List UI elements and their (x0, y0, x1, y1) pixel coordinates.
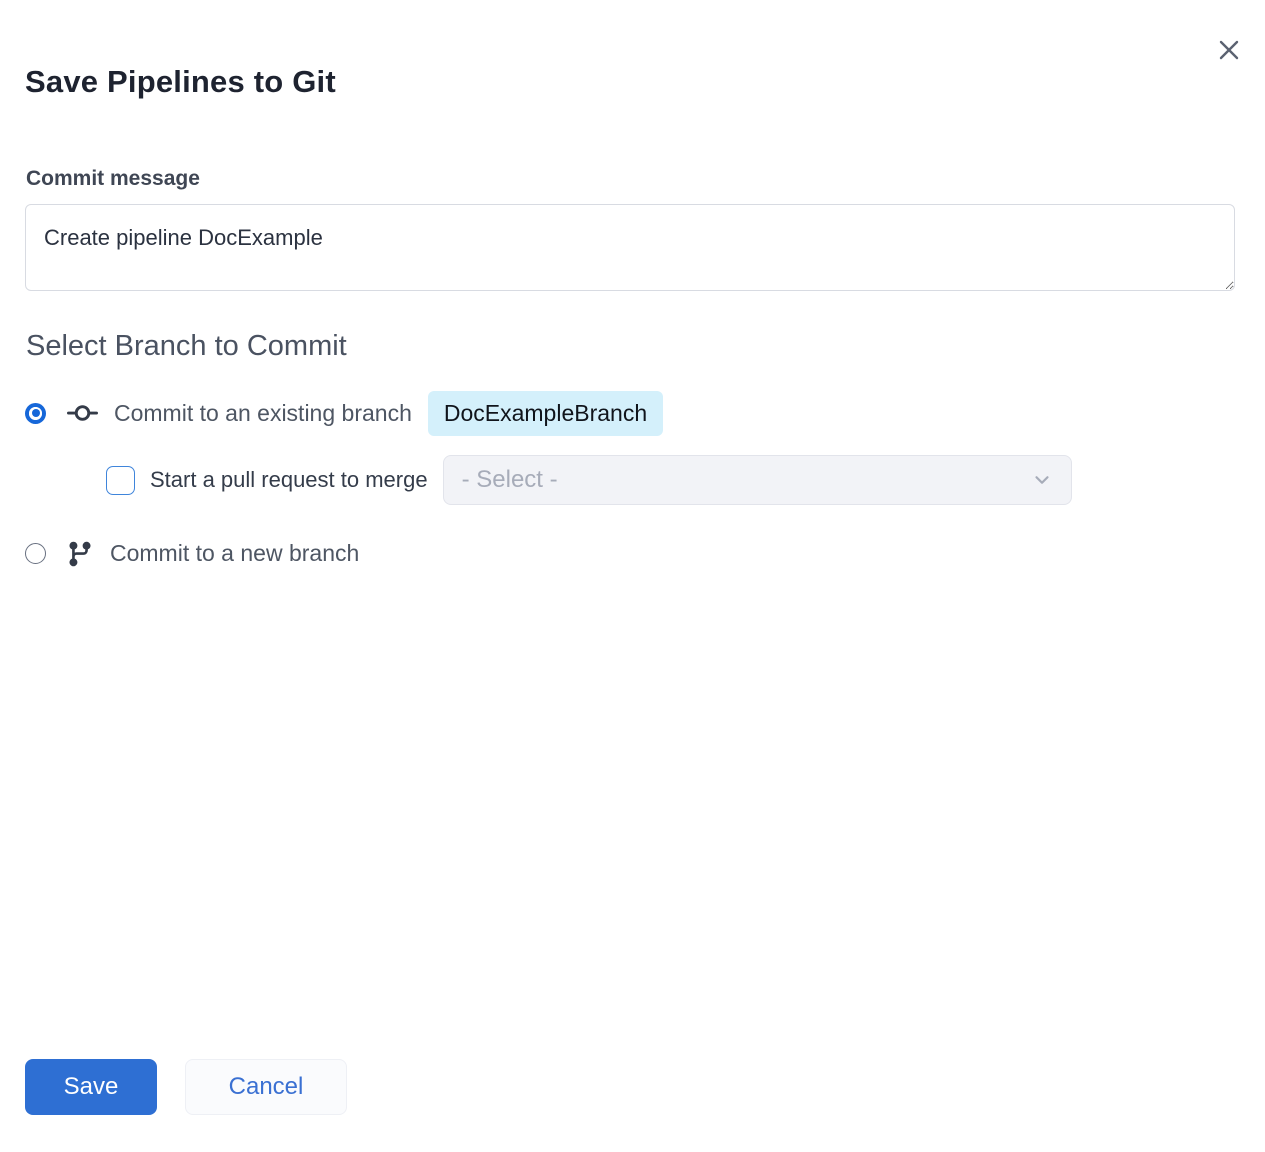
pull-request-checkbox[interactable] (106, 466, 135, 495)
dialog-footer: Save Cancel (25, 1059, 347, 1115)
branch-section-heading: Select Branch to Commit (26, 330, 347, 363)
new-branch-row: Commit to a new branch (25, 531, 359, 576)
commit-message-label: Commit message (26, 167, 200, 191)
pull-request-label[interactable]: Start a pull request to merge (150, 467, 428, 493)
git-commit-icon (67, 398, 98, 429)
save-button[interactable]: Save (25, 1059, 157, 1115)
chevron-down-icon (1031, 469, 1053, 491)
close-icon (1217, 38, 1241, 62)
dialog-title: Save Pipelines to Git (25, 64, 336, 100)
cancel-button[interactable]: Cancel (185, 1059, 347, 1115)
git-branch-icon (66, 540, 94, 568)
select-placeholder: - Select - (462, 466, 1031, 494)
save-pipelines-dialog: Save Pipelines to Git Commit message Cre… (0, 0, 1265, 1152)
existing-branch-label[interactable]: Commit to an existing branch (114, 400, 412, 427)
existing-branch-radio[interactable] (25, 403, 46, 424)
commit-message-input[interactable]: Create pipeline DocExample (25, 204, 1235, 291)
existing-branch-badge[interactable]: DocExampleBranch (428, 391, 663, 436)
new-branch-label[interactable]: Commit to a new branch (110, 540, 359, 567)
existing-branch-row: Commit to an existing branch DocExampleB… (25, 390, 663, 436)
new-branch-radio[interactable] (25, 543, 46, 564)
pull-request-target-select[interactable]: - Select - (443, 455, 1072, 505)
close-button[interactable] (1211, 32, 1247, 68)
pull-request-row: Start a pull request to merge - Select - (106, 455, 1072, 505)
